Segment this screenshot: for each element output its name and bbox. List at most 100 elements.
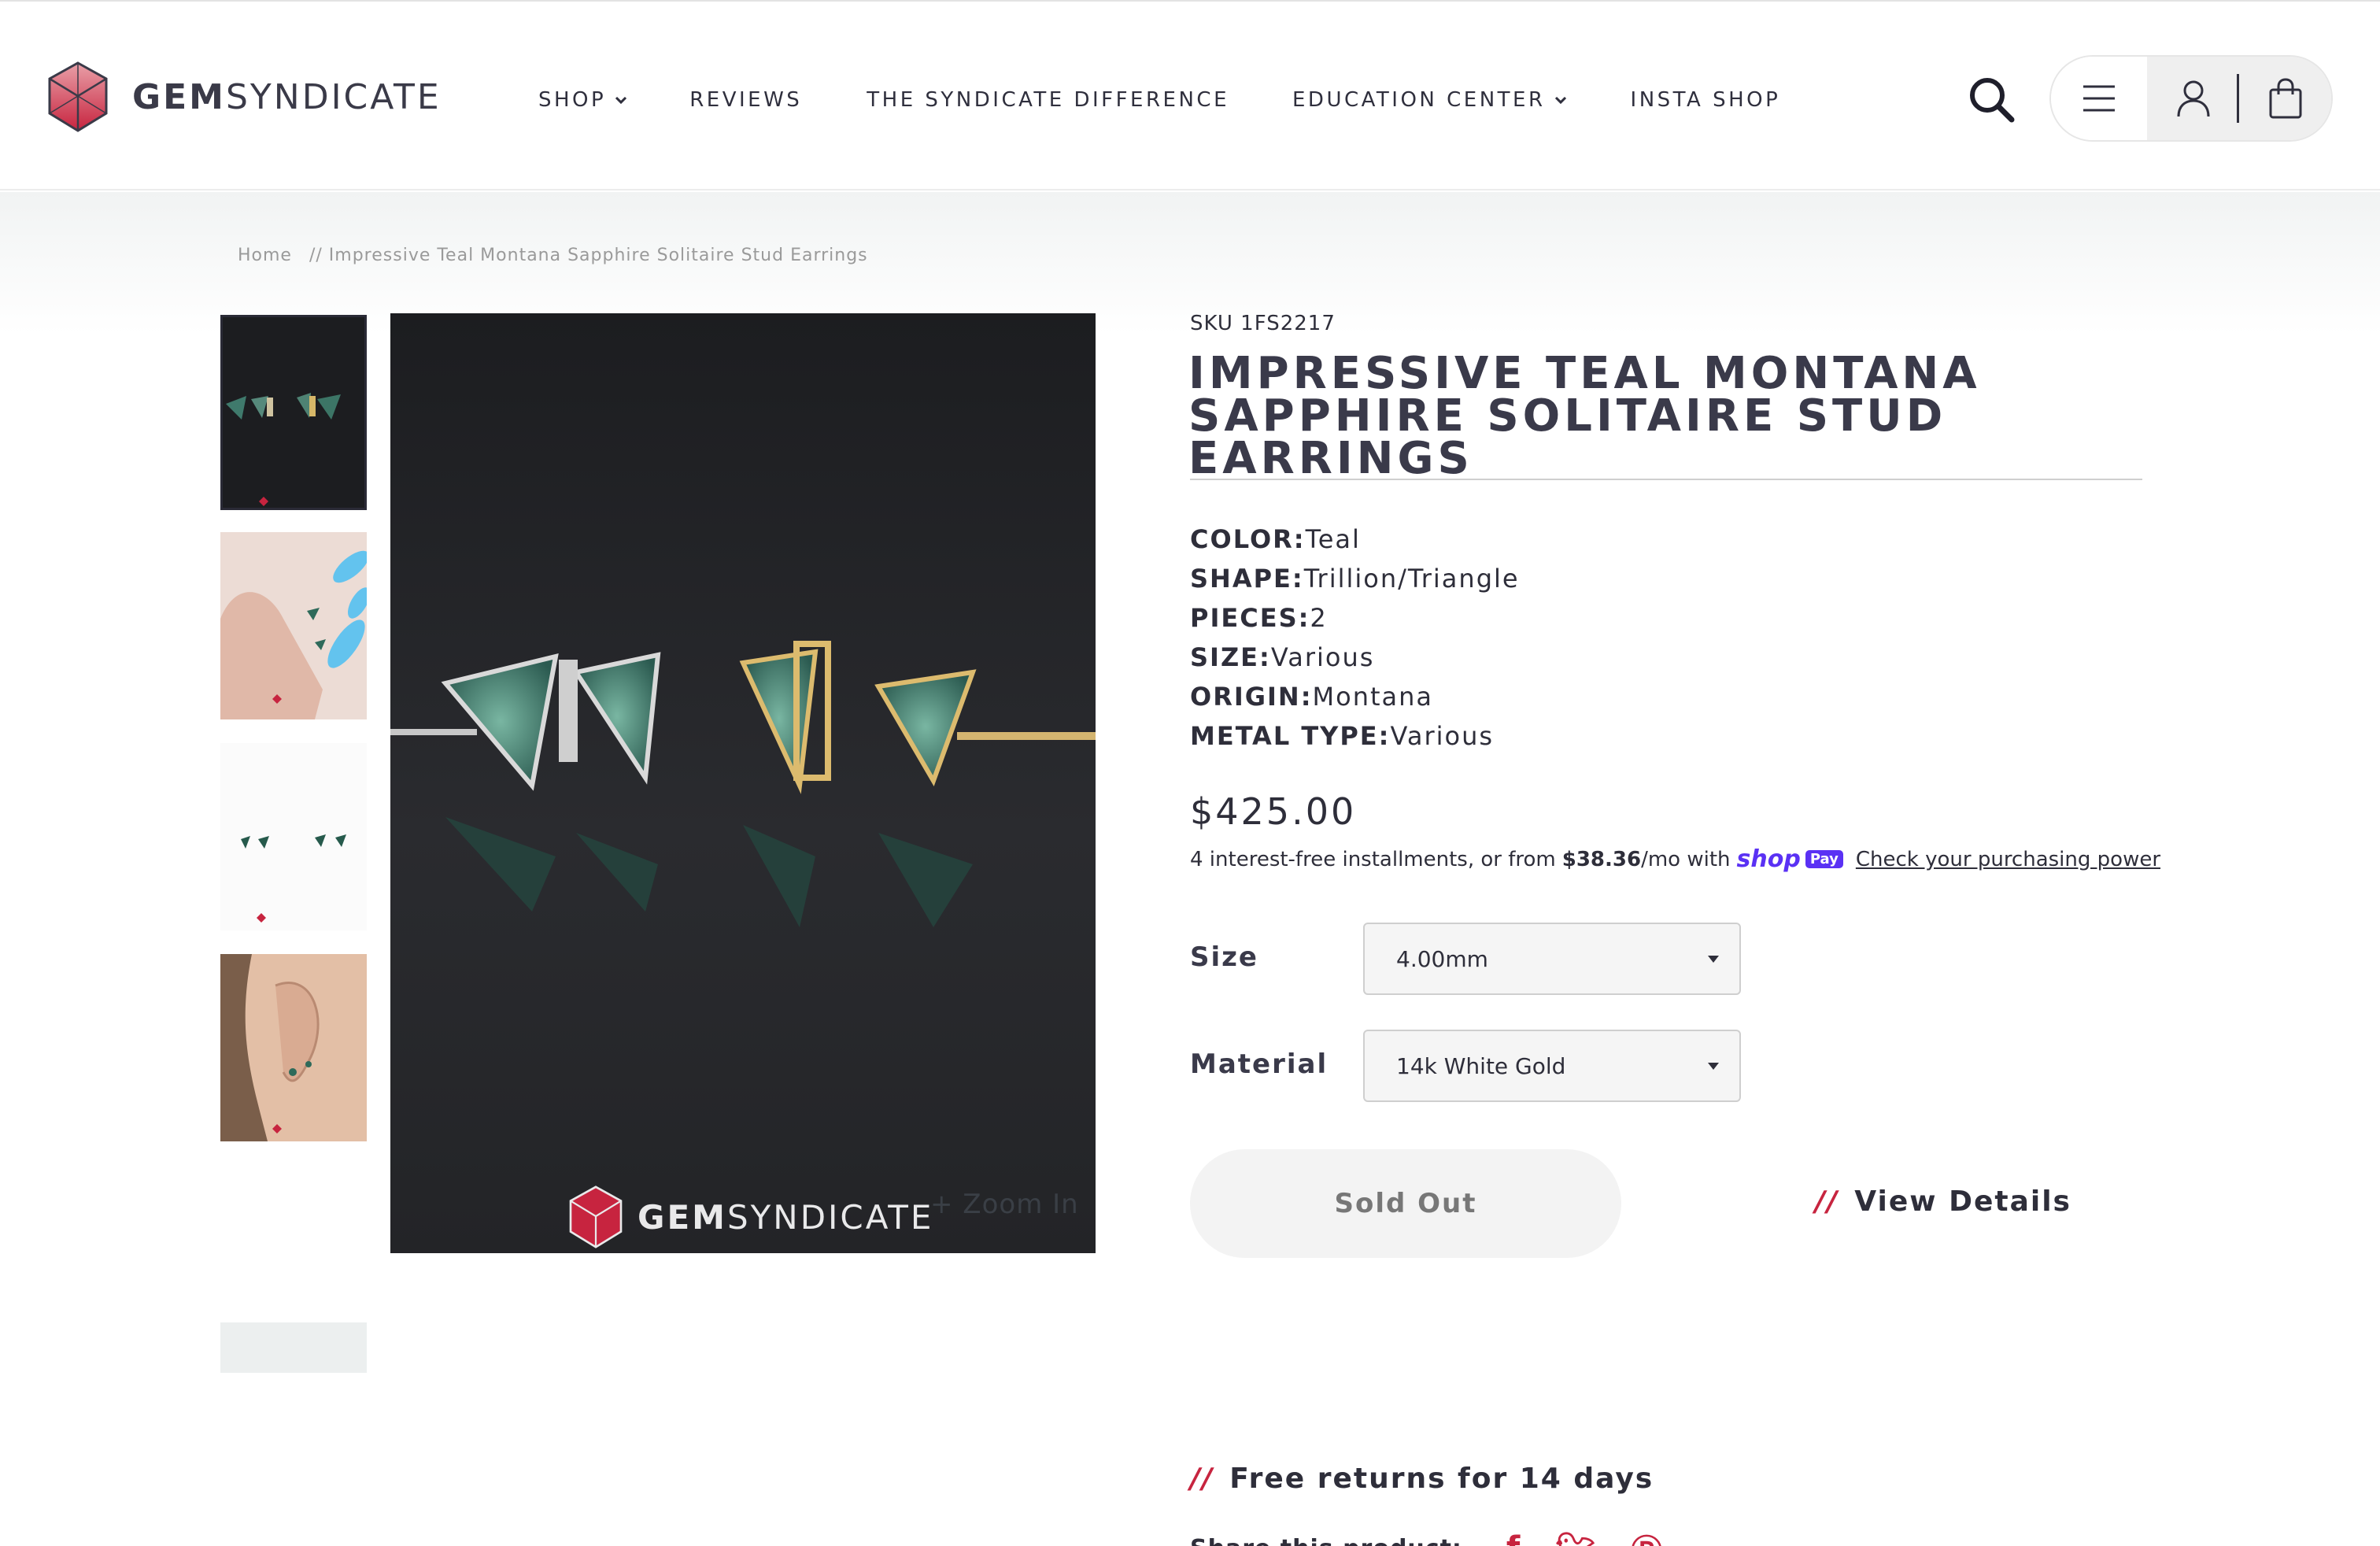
material-label: Material: [1190, 1049, 1329, 1080]
dropdown-arrow-icon: [1708, 956, 1719, 963]
watermark: GEMSYNDICATE: [568, 1185, 933, 1248]
installments-amount: $38.36: [1561, 847, 1642, 871]
facebook-icon[interactable]: f: [1506, 1530, 1521, 1546]
nav-shop[interactable]: SHOP: [538, 88, 628, 112]
nav-education-label: EDUCATION CENTER: [1292, 88, 1546, 112]
material-select[interactable]: 14k White Gold: [1363, 1030, 1741, 1102]
hand-with-earrings-image: [220, 532, 367, 719]
brand-name-light: SYNDICATE: [225, 76, 442, 117]
share-product: Share this product: f 🐦︎ Ⓟ: [1190, 1526, 1663, 1546]
watermark-text: GEMSYNDICATE: [638, 1198, 933, 1237]
nav-insta-shop[interactable]: INSTA SHOP: [1631, 88, 1781, 112]
accent-slashes: //: [1190, 1463, 1214, 1495]
spec-label: PIECES:: [1190, 603, 1310, 633]
watermark-light: SYNDICATE: [726, 1197, 934, 1237]
breadcrumb-current: Impressive Teal Montana Sapphire Solitai…: [328, 246, 868, 265]
breadcrumb: Home // Impressive Teal Montana Sapphire…: [238, 246, 868, 265]
chevron-down-icon: [1554, 96, 1566, 105]
spec-metal-type: METAL TYPE:Various: [1190, 716, 1520, 756]
spec-value: Montana: [1312, 682, 1434, 712]
pinterest-icon[interactable]: Ⓟ: [1631, 1526, 1663, 1546]
product-specs: COLOR:Teal SHAPE:Trillion/Triangle PIECE…: [1190, 520, 1520, 756]
brand-name-bold: GEM: [132, 76, 226, 117]
spec-color: COLOR:Teal: [1190, 520, 1520, 559]
view-details-link[interactable]: // View Details: [1815, 1185, 2071, 1218]
pay-badge: Pay: [1805, 850, 1843, 868]
thumbnail-2[interactable]: [220, 532, 367, 719]
thumbnail-4[interactable]: [220, 954, 367, 1141]
earrings-thumbnail-image: [223, 317, 364, 508]
spec-value: Trillion/Triangle: [1303, 564, 1520, 594]
size-select-value: 4.00mm: [1396, 945, 1488, 972]
shopping-bag-icon: [2269, 78, 2302, 119]
model-ear-image: [220, 954, 367, 1141]
menu-button[interactable]: [2051, 57, 2147, 140]
spec-shape: SHAPE:Trillion/Triangle: [1190, 559, 1520, 598]
nav-insta-label: INSTA SHOP: [1630, 88, 1781, 112]
spec-value: Various: [1390, 721, 1495, 751]
shop-pay-logo: shop Pay: [1737, 845, 1843, 873]
brand-logo[interactable]: GEMSYNDICATE: [47, 61, 442, 132]
utility-divider: [2237, 74, 2239, 123]
thumbnail-1[interactable]: [220, 315, 367, 510]
spec-label: COLOR:: [1190, 524, 1306, 554]
earrings-white-background-image: [220, 743, 367, 930]
earrings-main-image: [390, 641, 1096, 927]
main-product-image[interactable]: GEMSYNDICATE + Zoom In: [390, 313, 1096, 1253]
account-button[interactable]: [2147, 57, 2240, 140]
check-purchasing-power-link[interactable]: Check your purchasing power: [1856, 848, 2160, 871]
installments-suffix: /mo with: [1641, 847, 1731, 871]
accent-slashes: //: [1815, 1185, 1839, 1218]
utility-buttons: [2049, 55, 2333, 142]
spec-label: METAL TYPE:: [1190, 721, 1391, 751]
share-label: Share this product:: [1190, 1535, 1462, 1546]
material-select-value: 14k White Gold: [1396, 1052, 1566, 1079]
product-price: $425.00: [1190, 790, 1357, 833]
spec-value: 2: [1310, 603, 1328, 633]
installments-prefix: 4 interest-free installments, or from: [1190, 847, 1556, 871]
thumbnail-3[interactable]: [220, 743, 367, 930]
brand-name: GEMSYNDICATE: [132, 77, 442, 117]
spec-pieces: PIECES:2: [1190, 598, 1520, 638]
product-sku: SKU 1FS2217: [1190, 312, 1336, 335]
dropdown-arrow-icon: [1708, 1063, 1719, 1070]
size-label: Size: [1190, 941, 1258, 973]
size-select[interactable]: 4.00mm: [1363, 923, 1741, 995]
nav-reviews[interactable]: REVIEWS: [689, 88, 802, 112]
shop-pay-installments: 4 interest-free installments, or from $3…: [1190, 845, 2160, 873]
spec-label: SIZE:: [1190, 642, 1271, 672]
view-details-label: View Details: [1854, 1185, 2071, 1218]
main-nav: SHOP REVIEWS THE SYNDICATE DIFFERENCE ED…: [538, 88, 1780, 112]
user-icon: [2177, 80, 2210, 117]
cart-button[interactable]: [2240, 57, 2331, 140]
watermark-bold: GEM: [638, 1197, 727, 1237]
hamburger-menu-icon: [2083, 85, 2115, 112]
spec-value: Teal: [1305, 524, 1361, 554]
chevron-down-icon: [615, 96, 627, 105]
gem-logo-icon: [569, 1185, 623, 1248]
spec-origin: ORIGIN:Montana: [1190, 677, 1520, 716]
nav-reviews-label: REVIEWS: [689, 88, 803, 112]
free-returns-label: Free returns for 14 days: [1229, 1463, 1654, 1495]
gem-logo-icon: [48, 61, 108, 132]
spec-value: Various: [1270, 642, 1375, 672]
search-icon[interactable]: [1966, 74, 2016, 124]
nav-syndicate-difference[interactable]: THE SYNDICATE DIFFERENCE: [867, 88, 1229, 112]
nav-education-center[interactable]: EDUCATION CENTER: [1292, 88, 1568, 112]
shop-logo-text: shop: [1736, 845, 1801, 873]
breadcrumb-home[interactable]: Home: [238, 246, 292, 265]
free-returns: // Free returns for 14 days: [1190, 1463, 1654, 1495]
site-header: GEMSYNDICATE SHOP REVIEWS THE SYNDICATE …: [0, 0, 2380, 190]
nav-difference-label: THE SYNDICATE DIFFERENCE: [867, 88, 1229, 112]
product-title: IMPRESSIVE TEAL MONTANA SAPPHIRE SOLITAI…: [1188, 348, 1981, 484]
divider: [1190, 479, 2142, 480]
sold-out-button[interactable]: Sold Out: [1190, 1149, 1621, 1258]
spec-label: SHAPE:: [1190, 564, 1304, 594]
twitter-icon[interactable]: 🐦︎: [1555, 1530, 1596, 1546]
nav-shop-label: SHOP: [538, 88, 607, 112]
spec-label: ORIGIN:: [1190, 682, 1313, 712]
zoom-in-button[interactable]: + Zoom In: [930, 1189, 1079, 1220]
thumbnail-5[interactable]: [220, 1322, 367, 1373]
breadcrumb-separator: //: [309, 246, 323, 265]
spec-size: SIZE:Various: [1190, 638, 1520, 677]
